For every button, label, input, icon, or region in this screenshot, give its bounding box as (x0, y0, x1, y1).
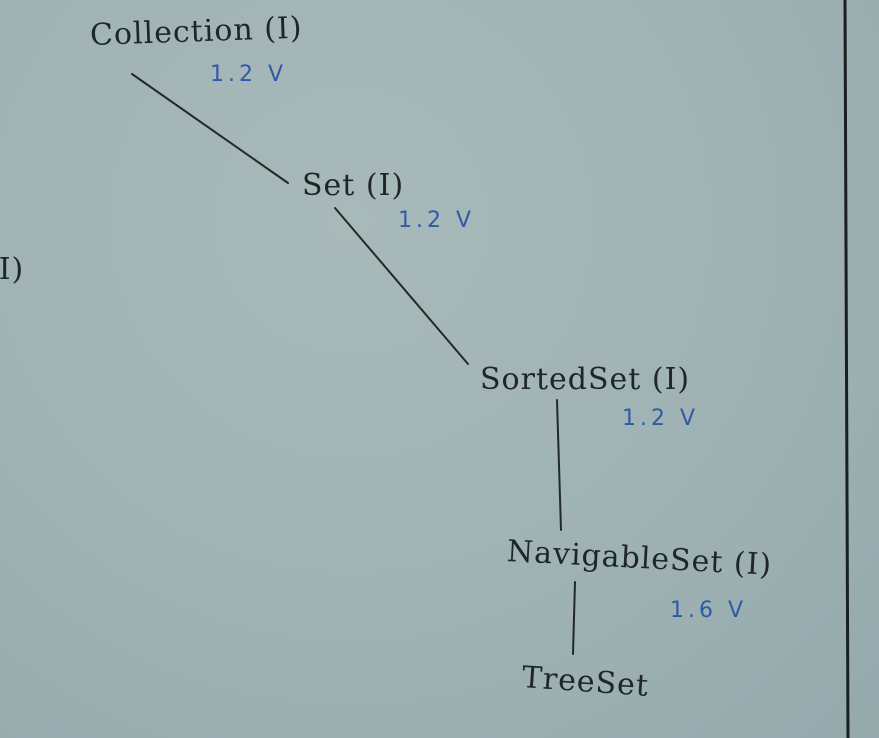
edge-collection-set (131, 73, 289, 184)
node-set-label: Set (I) (302, 168, 405, 203)
edge-navigableset-treeset (572, 581, 576, 655)
board-divider-line (843, 0, 850, 738)
node-sortedset-version: 1.2 V (622, 406, 700, 431)
connector-lines (131, 0, 850, 738)
node-sortedset-label: SortedSet (I) (480, 362, 691, 397)
node-set-version: 1.2 V (398, 208, 476, 233)
node-collection-version: 1.2 V (210, 62, 288, 87)
partial-left-label: (I) (0, 252, 25, 287)
edge-sortedset-navigableset (556, 399, 562, 531)
node-navigableset-version: 1.6 V (670, 598, 748, 623)
node-collection-label: Collection (I) (89, 10, 304, 53)
whiteboard: (I) Collection (I) 1.2 V Set (I) 1.2 V S… (0, 0, 879, 738)
